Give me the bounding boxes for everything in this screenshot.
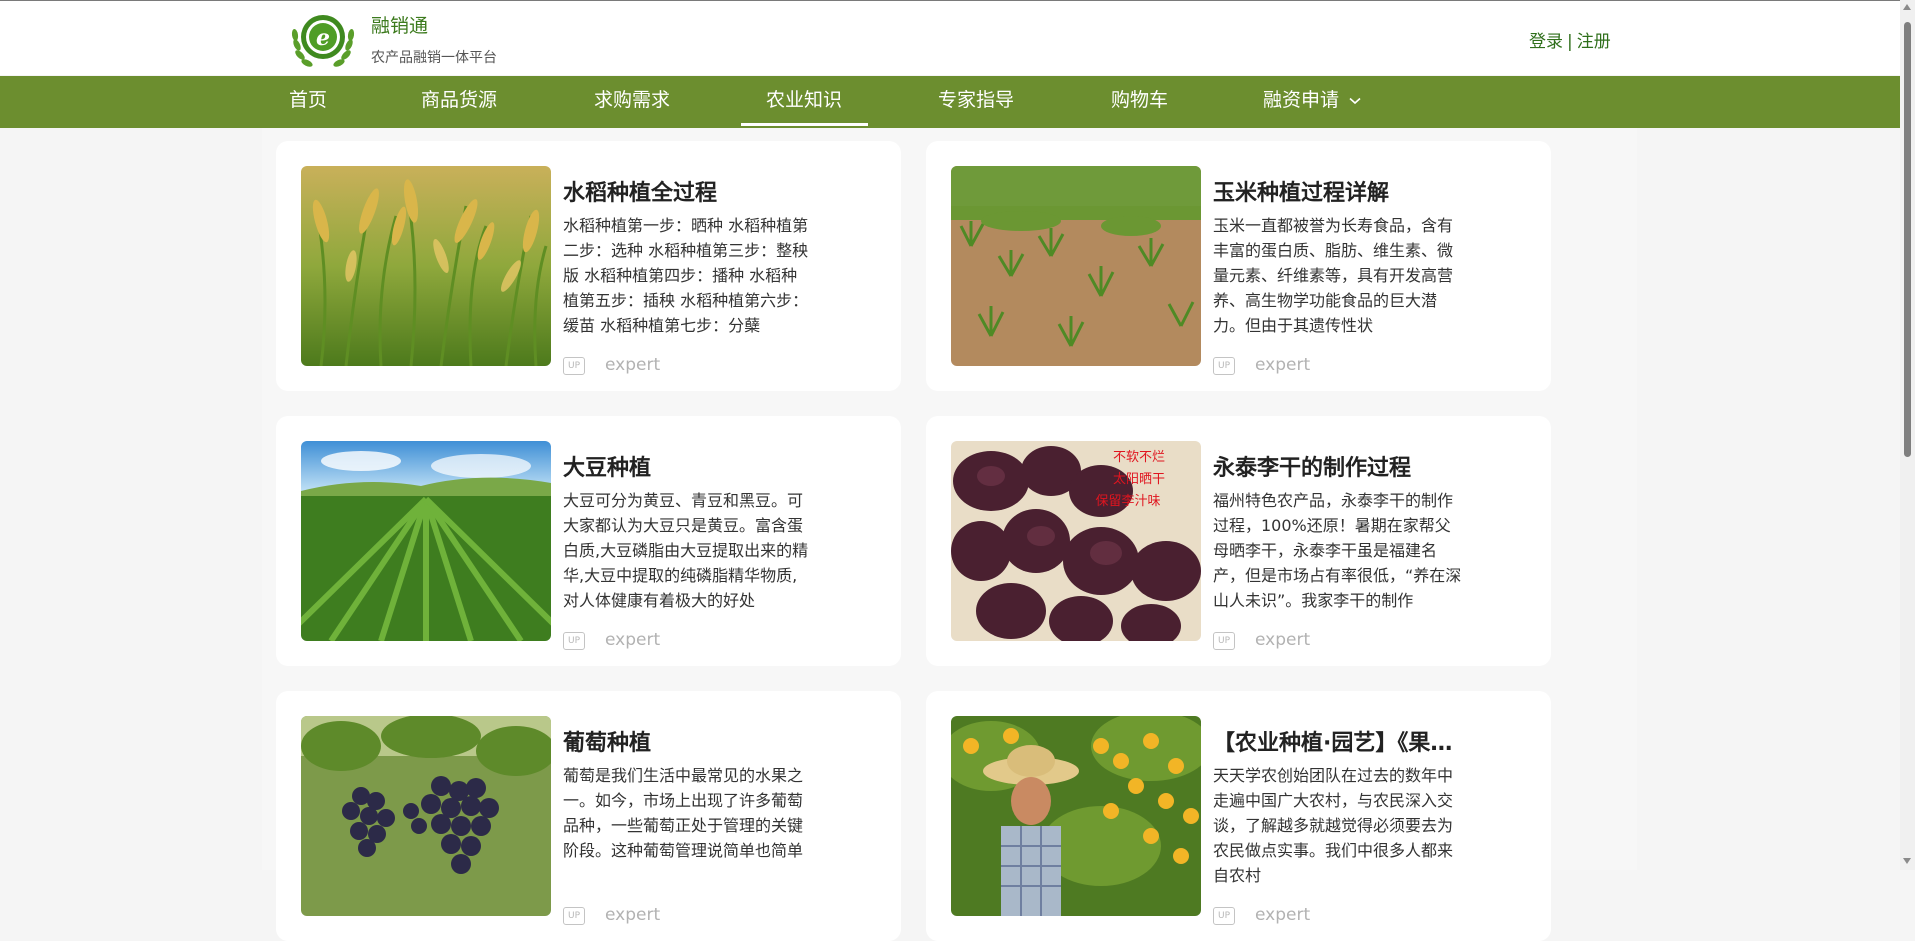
register-link[interactable]: 注册 bbox=[1577, 32, 1611, 52]
nav-item-purchase-demand[interactable]: 求购需求 bbox=[594, 76, 670, 128]
article-summary: 天天学农创始团队在过去的数年中走遍中国广大农村，与农民深入交谈，了解越多就越觉得… bbox=[1213, 766, 1454, 885]
nav-item-goods-supply[interactable]: 商品货源 bbox=[421, 76, 497, 128]
scroll-down-arrow-icon[interactable] bbox=[1903, 858, 1911, 864]
article-summary: 大豆可分为黄豆、青豆和黑豆。可大家都认为大豆只是黄豆。富含蛋白质,大豆磷脂由大豆… bbox=[563, 491, 809, 610]
article-author: expert bbox=[1255, 905, 1311, 925]
article-card[interactable]: 大豆种植 大豆可分为黄豆、青豆和黑豆。可大家都认为大豆只是黄豆。富含蛋白质,大豆… bbox=[276, 416, 901, 666]
image-caption: 不软不烂 太阳晒干 保留李汁味 bbox=[1096, 447, 1166, 513]
uploader-badge-icon: UP bbox=[1213, 907, 1235, 925]
article-author: expert bbox=[1255, 355, 1311, 375]
article-summary: 玉米一直都被誉为长寿食品，含有丰富的蛋白质、脂肪、维生素、微量元素、纤维素等，具… bbox=[1213, 216, 1454, 335]
article-title[interactable]: 葡萄种植 bbox=[563, 725, 813, 757]
article-thumbnail-corn[interactable] bbox=[951, 166, 1201, 366]
article-card[interactable]: 水稻种植全过程 水稻种植第一步：晒种 水稻种植第二步：选种 水稻种植第三步：整秧… bbox=[276, 141, 901, 391]
article-author: expert bbox=[605, 630, 661, 650]
article-card[interactable]: 【农业种植·园艺】《果树种植》 天天学农创始团队在过去的数年中走遍中国广大农村，… bbox=[926, 691, 1551, 941]
uploader-badge-icon: UP bbox=[563, 357, 585, 375]
nav-item-cart[interactable]: 购物车 bbox=[1111, 76, 1168, 128]
article-thumbnail-orange-orchard[interactable] bbox=[951, 716, 1201, 916]
auth-separator: | bbox=[1567, 32, 1573, 52]
nav-item-expert-guidance[interactable]: 专家指导 bbox=[938, 76, 1014, 128]
article-summary: 葡萄是我们生活中最常见的水果之一。如今，市场上出现了许多葡萄品种，一些葡萄正处于… bbox=[563, 766, 804, 860]
brand-tagline: 农产品融销一体平台 bbox=[371, 50, 497, 66]
site-logo-icon[interactable]: e bbox=[289, 9, 357, 71]
article-author: expert bbox=[605, 905, 661, 925]
article-thumbnail-grapes[interactable] bbox=[301, 716, 551, 916]
nav-item-financing[interactable]: 融资申请 bbox=[1263, 76, 1361, 128]
image-caption-line: 保留李汁味 bbox=[1095, 494, 1161, 509]
article-title[interactable]: 水稻种植全过程 bbox=[563, 175, 813, 207]
image-caption-line: 太阳晒干 bbox=[1113, 472, 1166, 487]
uploader-badge-icon: UP bbox=[563, 907, 585, 925]
brand-name[interactable]: 融销通 bbox=[371, 11, 428, 38]
scroll-up-arrow-icon[interactable] bbox=[1903, 4, 1911, 10]
vertical-scrollbar[interactable] bbox=[1900, 0, 1915, 870]
article-thumbnail-soybean[interactable] bbox=[301, 441, 551, 641]
article-title[interactable]: 玉米种植过程详解 bbox=[1213, 175, 1463, 207]
article-title[interactable]: 【农业种植·园艺】《果树种植》 bbox=[1213, 725, 1463, 757]
article-summary: 水稻种植第一步：晒种 水稻种植第二步：选种 水稻种植第三步：整秧版 水稻种植第四… bbox=[563, 216, 809, 335]
svg-text:e: e bbox=[316, 25, 330, 51]
article-author: expert bbox=[605, 355, 661, 375]
uploader-badge-icon: UP bbox=[1213, 632, 1235, 650]
image-caption-line: 不软不烂 bbox=[1113, 450, 1166, 465]
article-summary: 福州特色农产品，永泰李干的制作过程，100%还原！暑期在家帮父母晒李干，永泰李干… bbox=[1213, 491, 1462, 610]
login-link[interactable]: 登录 bbox=[1529, 32, 1563, 52]
nav-item-agri-knowledge[interactable]: 农业知识 bbox=[740, 76, 869, 128]
article-card[interactable]: 不软不烂 太阳晒干 保留李汁味 永泰李干的制作过程 福州特色农产品，永泰李干的制… bbox=[926, 416, 1551, 666]
article-card[interactable]: 玉米种植过程详解 玉米一直都被誉为长寿食品，含有丰富的蛋白质、脂肪、维生素、微量… bbox=[926, 141, 1551, 391]
article-author: expert bbox=[1255, 630, 1311, 650]
uploader-badge-icon: UP bbox=[1213, 357, 1235, 375]
article-thumbnail-dried-plums[interactable]: 不软不烂 太阳晒干 保留李汁味 bbox=[951, 441, 1201, 641]
nav-item-home[interactable]: 首页 bbox=[289, 76, 327, 128]
main-nav: 首页 商品货源 求购需求 农业知识 专家指导 购物车 融资申请 bbox=[0, 76, 1900, 128]
uploader-badge-icon: UP bbox=[563, 632, 585, 650]
article-title[interactable]: 永泰李干的制作过程 bbox=[1213, 450, 1463, 482]
scrollbar-thumb[interactable] bbox=[1904, 22, 1911, 457]
chevron-down-icon bbox=[1349, 97, 1361, 104]
auth-links: 登录 | 注册 bbox=[1529, 27, 1611, 52]
article-title[interactable]: 大豆种植 bbox=[563, 450, 813, 482]
site-header: e 融销通 农产品融销一体平台 登录 | 注册 bbox=[0, 1, 1900, 75]
article-card[interactable]: 葡萄种植 葡萄是我们生活中最常见的水果之一。如今，市场上出现了许多葡萄品种，一些… bbox=[276, 691, 901, 941]
nav-financing-label: 融资申请 bbox=[1263, 89, 1340, 111]
article-thumbnail-rice[interactable] bbox=[301, 166, 551, 366]
